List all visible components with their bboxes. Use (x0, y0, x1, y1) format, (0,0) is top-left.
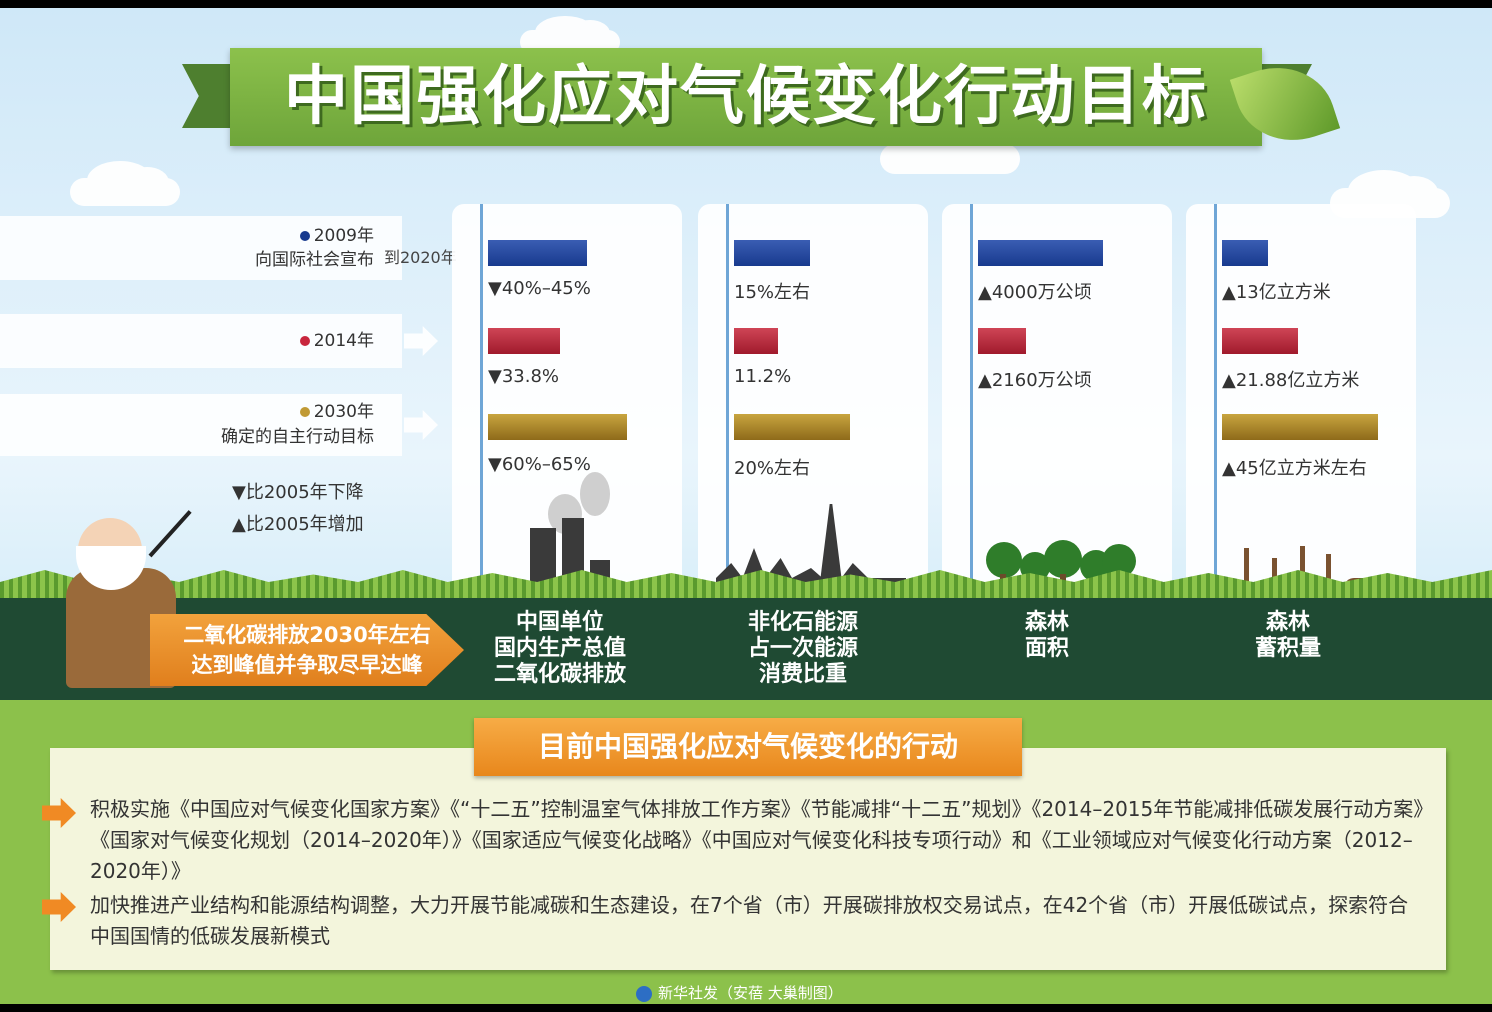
label-2030-desc: 确定的自主行动目标 (221, 427, 374, 447)
bar-red (488, 328, 560, 354)
category-line: 面积 (1024, 636, 1069, 661)
label-2014-year: 2014年 (313, 331, 374, 351)
value-label: 11.2% (734, 366, 792, 387)
category-line: 国内生产总值 (493, 636, 626, 661)
value-label: ▲4000万公顷 (978, 282, 1092, 303)
xinhua-logo-icon (636, 985, 652, 1002)
legend-down: ▼比2005年下降 (232, 482, 364, 503)
panel-axis-line (480, 204, 483, 604)
label-2009: 2009年 向国际社会宣布 (0, 216, 402, 280)
title-banner: 中国强化应对气候变化行动目标 (230, 48, 1262, 146)
label-2030: 2030年 确定的自主行动目标 (0, 394, 402, 456)
section-title: 目前中国强化应对气候变化的行动 (474, 718, 1022, 776)
indicator-panel: ▲13亿立方米 ▲21.88亿立方米 ▲45亿立方米左右 (1186, 204, 1416, 604)
value-label: ▲2160万公顷 (978, 370, 1092, 391)
bar-red (978, 328, 1026, 354)
value-label: ▼33.8% (488, 366, 560, 387)
category-line: 占一次能源 (747, 636, 858, 661)
bar-blue (734, 240, 810, 266)
value-label: 20%左右 (734, 458, 811, 479)
bar-red (1222, 328, 1298, 354)
category-line: 非化石能源 (747, 610, 858, 635)
label-2009-desc: 向国际社会宣布 (255, 250, 374, 270)
bar-red (734, 328, 778, 354)
credit-text: 新华社发（安蓓 大巢制图） (658, 984, 843, 1002)
value-label: ▲45亿立方米左右 (1222, 458, 1367, 479)
category-label: 非化石能源 占一次能源 消费比重 (693, 610, 913, 688)
panel-axis-line (970, 204, 973, 604)
gold-dot-icon (299, 407, 310, 417)
tree-icon (986, 542, 1022, 578)
indicator-panel: 15%左右 11.2% 20%左右 (698, 204, 928, 604)
smoke-icon (580, 472, 610, 516)
page-title: 中国强化应对气候变化行动目标 (284, 60, 1208, 134)
category-label: 森林 蓄积量 (1178, 610, 1398, 662)
category-line: 森林 (1265, 610, 1310, 635)
paragraph-2: 加快推进产业结构和能源结构调整，大力开展节能减碳和生态建设，在7个省（市）开展碳… (90, 893, 1409, 948)
category-line: 中国单位 (515, 610, 604, 635)
value-label: ▼60%–65% (488, 454, 591, 475)
label-2014: 2014年 (0, 314, 402, 368)
category-line: 森林 (1024, 610, 1069, 635)
category-label: 中国单位 国内生产总值 二氧化碳排放 (450, 610, 670, 688)
label-2030-year: 2030年 (313, 402, 374, 422)
peak-callout: 二氧化碳排放2030年左右 达到峰值并争取尽早达峰 (150, 614, 464, 686)
pointer-stick (148, 510, 192, 558)
bar-blue (1222, 240, 1268, 266)
category-line: 蓄积量 (1254, 636, 1321, 661)
arrow-right-icon (404, 326, 438, 356)
bar-gold (1222, 414, 1378, 440)
bar-blue (978, 240, 1103, 266)
label-2009-year: 2009年 (313, 226, 374, 246)
bar-gold (734, 414, 850, 440)
red-dot-icon (299, 336, 310, 346)
value-label: ▲13亿立方米 (1222, 282, 1331, 303)
peak-line: 达到峰值并争取尽早达峰 (191, 653, 423, 677)
category-line: 消费比重 (758, 662, 847, 687)
value-label: ▼40%–45% (488, 278, 591, 299)
category-label: 森林 面积 (937, 610, 1157, 662)
panel-axis-line (1214, 204, 1217, 604)
bar-gold (488, 414, 627, 440)
arrow-right-icon (404, 410, 438, 440)
peak-text: 二氧化碳排放2030年左右 达到峰值并争取尽早达峰 (150, 620, 464, 680)
blue-dot-icon (299, 231, 310, 241)
paragraph-1: 积极实施《中国应对气候变化国家方案》《“十二五”控制温室气体排放工作方案》《节能… (90, 797, 1424, 883)
tree-icon (1044, 540, 1082, 578)
credit: 新华社发（安蓓 大巢制图） (636, 982, 843, 1003)
value-label: ▲21.88亿立方米 (1222, 370, 1360, 391)
bar-blue (488, 240, 587, 266)
cloud (880, 126, 1020, 174)
label-to-2020: 到2020年 (384, 248, 457, 267)
cloud (70, 161, 180, 206)
infographic: 中国强化应对气候变化行动目标 2009年 向国际社会宣布 到2020年 2014… (0, 8, 1492, 1004)
peak-line: 二氧化碳排放2030年左右 (183, 623, 431, 647)
panel-axis-line (726, 204, 729, 604)
category-line: 二氧化碳排放 (493, 662, 626, 687)
value-label: 15%左右 (734, 282, 811, 303)
legend-up: ▲比2005年增加 (232, 514, 364, 535)
